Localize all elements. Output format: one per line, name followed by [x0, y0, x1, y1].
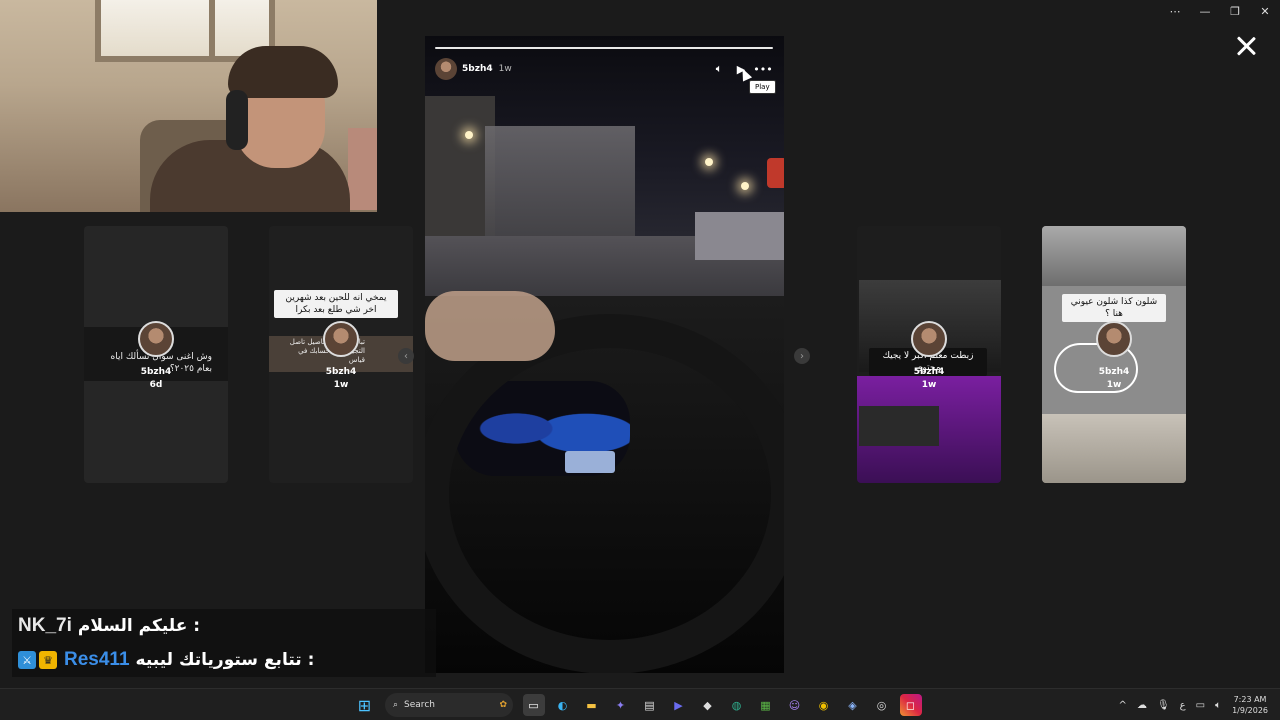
avatar — [911, 321, 947, 357]
streamer — [150, 46, 350, 212]
minecraft-icon[interactable]: ▦ — [755, 694, 777, 716]
chat-nick: Res411 — [64, 649, 130, 670]
webcam-overlay — [0, 0, 377, 212]
story-username: 5bzh4 — [325, 367, 357, 377]
play-tooltip: Play — [749, 80, 776, 94]
window-controls: ⋯ — ❐ ✕ — [1160, 0, 1280, 22]
network-icon[interactable]: ▭ — [1196, 700, 1205, 711]
avatar — [1096, 321, 1132, 357]
sword-badge-icon: ⚔ — [18, 651, 36, 669]
story-card-4[interactable]: شلون كذا شلون عيوني هنا ؟ 5bzh4 1w — [1042, 226, 1186, 483]
layers-app-icon[interactable]: ◈ — [842, 694, 864, 716]
cloud-icon[interactable]: ☁ — [1137, 700, 1147, 711]
search-icon: ⌕ — [393, 700, 399, 710]
story-caption: شلون كذا شلون عيوني هنا ؟ — [1062, 294, 1166, 322]
scene-sky — [1042, 226, 1186, 286]
story-caption: يمخي انه للحين بعد شهرين اخر شي طلع بعد … — [274, 290, 398, 318]
story-age: 1w — [921, 380, 937, 390]
story-header: 5bzh4 1w 🔈︎ ▶ ••• — [435, 58, 774, 80]
globe-app-icon[interactable]: ◍ — [726, 694, 748, 716]
story-card-1[interactable]: وش اغنى سؤال تسألك اياه بعام ٢٠٢٥؟ 5bzh4… — [84, 226, 228, 483]
search-highlight-icon: ✿ — [499, 700, 507, 710]
minimize-button[interactable]: — — [1190, 0, 1220, 22]
chrome-icon[interactable]: ◉ — [813, 694, 835, 716]
street-lamp — [705, 158, 713, 166]
discord-icon[interactable]: ☺ — [784, 694, 806, 716]
chevron-up-icon[interactable]: ^ — [1119, 700, 1127, 711]
chat-text: تتابع ستورياتك ليبيه : — [135, 650, 315, 670]
more-icon[interactable]: ⋯ — [1160, 0, 1190, 22]
chat-nick: NK_7i — [18, 615, 72, 636]
taskbar-apps: ⊞ ⌕ Search ✿ ▭ ◐ ▬ ✦ ▤ ▶ ◆ ◍ ▦ ☺ ◉ ◈ ◎ ◻ — [350, 689, 925, 720]
search-placeholder: Search — [404, 700, 435, 710]
story-username[interactable]: 5bzh4 — [462, 64, 493, 74]
chat-message: ⚔ ♛ Res411 تتابع ستورياتك ليبيه : — [12, 643, 436, 677]
copilot-icon[interactable]: ✦ — [610, 694, 632, 716]
store-icon[interactable]: ▤ — [639, 694, 661, 716]
search-box[interactable]: ⌕ Search ✿ — [385, 693, 513, 717]
avatar — [323, 321, 359, 357]
task-view-icon[interactable]: ▭ — [522, 694, 545, 716]
microphone-icon[interactable]: 🎙︎ — [1157, 700, 1170, 711]
clock-time: 7:23 AM — [1233, 695, 1267, 704]
story-age: 6d — [149, 380, 163, 390]
scene-road — [1042, 414, 1186, 483]
edge-icon[interactable]: ◐ — [552, 694, 574, 716]
file-explorer-icon[interactable]: ▬ — [581, 694, 603, 716]
close-viewer-icon[interactable] — [1234, 34, 1258, 58]
next-story-icon[interactable]: › — [794, 348, 810, 364]
volume-icon[interactable]: 🔈︎ — [1215, 700, 1221, 711]
main-story[interactable]: 5bzh4 1w 🔈︎ ▶ ••• — [425, 36, 784, 673]
avatar — [138, 321, 174, 357]
scene-wall — [695, 212, 784, 260]
street-lamp — [465, 131, 473, 139]
system-tray: ^ ☁ 🎙︎ ع ▭ 🔈︎ 7:23 AM 1/9/2026 — [1114, 689, 1280, 720]
more-options-icon[interactable]: ••• — [752, 58, 774, 80]
story-username: 5bzh4 — [913, 367, 945, 377]
language-indicator[interactable]: ع — [1180, 700, 1186, 711]
window-close-button[interactable]: ✕ — [1250, 0, 1280, 22]
crown-badge-icon: ♛ — [39, 651, 57, 669]
taskbar: ⊞ ⌕ Search ✿ ▭ ◐ ▬ ✦ ▤ ▶ ◆ ◍ ▦ ☺ ◉ ◈ ◎ ◻… — [0, 688, 1280, 720]
story-age: 1w — [498, 64, 512, 74]
obs-icon[interactable]: ◎ — [871, 694, 893, 716]
story-progress-bar — [435, 47, 773, 49]
scene-steering-wheel — [425, 314, 784, 673]
screen: ⋯ — ❐ ✕ وش اغنى سؤال تسألك اياه بعام ٢٠٢… — [0, 0, 1280, 720]
story-card-3[interactable]: زبطت معلم اكبر لا يجيك محتوى 5bzh4 1w — [857, 226, 1001, 483]
chat-text: عليكم السلام : — [77, 616, 201, 636]
app-icon[interactable]: ▶ — [668, 694, 690, 716]
story-age: 1w — [1106, 380, 1122, 390]
windows-start-icon[interactable]: ⊞ — [354, 694, 376, 716]
prev-story-icon[interactable]: ‹ — [398, 348, 414, 364]
clock-date: 1/9/2026 — [1232, 706, 1268, 715]
stop-sign — [767, 158, 784, 188]
instagram-icon[interactable]: ◻ — [899, 694, 922, 716]
story-username: 5bzh4 — [140, 367, 172, 377]
story-age: 1w — [333, 380, 349, 390]
story-username: 5bzh4 — [1098, 367, 1130, 377]
clock[interactable]: 7:23 AM 1/9/2026 — [1232, 694, 1268, 716]
scene-poster — [348, 128, 377, 210]
scene-keyboard — [859, 406, 939, 446]
cube-app-icon[interactable]: ◆ — [697, 694, 719, 716]
scene-hand — [425, 291, 555, 361]
avatar[interactable] — [435, 58, 457, 80]
story-card-2[interactable]: يمخي انه للحين بعد شهرين اخر شي طلع بعد … — [269, 226, 413, 483]
chat-message: NK_7i عليكم السلام : — [12, 609, 436, 643]
street-lamp — [741, 182, 749, 190]
restore-button[interactable]: ❐ — [1220, 0, 1250, 22]
mute-icon[interactable]: 🔈︎ — [708, 58, 730, 80]
